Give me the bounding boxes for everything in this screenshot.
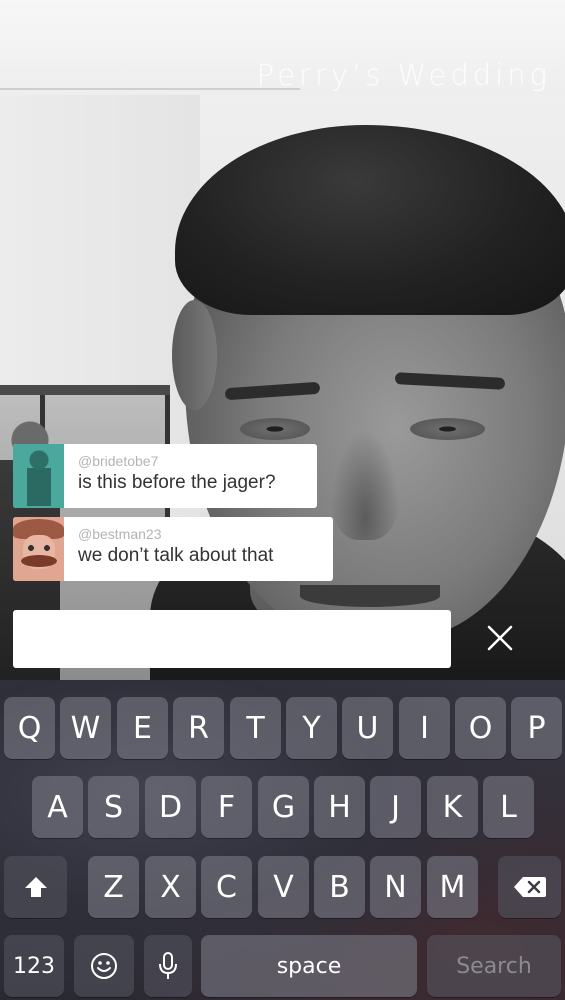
key-m[interactable]: M [427, 856, 478, 918]
comment-item: @bestman23 we don’t talk about that [13, 517, 333, 581]
key-o[interactable]: O [455, 697, 506, 759]
close-icon [487, 625, 513, 651]
key-n[interactable]: N [370, 856, 421, 918]
comment-handle[interactable]: @bridetobe7 [78, 452, 276, 470]
delete-icon [513, 877, 546, 897]
comment-text: we don’t talk about that [78, 545, 274, 566]
emoji-key[interactable] [74, 935, 134, 997]
comment-body: @bridetobe7 is this before the jager? [64, 444, 288, 508]
key-g[interactable]: G [258, 776, 309, 838]
numbers-key[interactable]: 123 [4, 935, 64, 997]
key-d[interactable]: D [145, 776, 196, 838]
comment-input[interactable] [13, 610, 451, 668]
key-q[interactable]: Q [4, 697, 55, 759]
key-z[interactable]: Z [88, 856, 139, 918]
delete-key[interactable] [498, 856, 561, 918]
close-button[interactable] [480, 618, 520, 658]
key-l[interactable]: L [483, 776, 534, 838]
subject-hair [175, 125, 565, 315]
key-s[interactable]: S [88, 776, 139, 838]
keyboard: Q W E R T Y U I O P A S D F G H J K L Z … [0, 680, 565, 1000]
shift-key[interactable] [4, 856, 67, 918]
comment-text: is this before the jager? [78, 472, 276, 493]
key-k[interactable]: K [427, 776, 478, 838]
key-j[interactable]: J [370, 776, 421, 838]
key-i[interactable]: I [399, 697, 450, 759]
key-f[interactable]: F [201, 776, 252, 838]
door-frame [0, 385, 170, 395]
avatar-eyes [27, 545, 51, 551]
key-u[interactable]: U [342, 697, 393, 759]
key-p[interactable]: P [511, 697, 562, 759]
key-b[interactable]: B [314, 856, 365, 918]
key-w[interactable]: W [60, 697, 111, 759]
comment-handle[interactable]: @bestman23 [78, 525, 273, 543]
space-key[interactable]: space [201, 935, 417, 997]
ceiling-edge [0, 88, 300, 90]
subject-eye-left [240, 418, 310, 440]
key-h[interactable]: H [314, 776, 365, 838]
avatar-figure [27, 450, 51, 506]
comment-body: @bestman23 we don’t talk about that [64, 517, 285, 581]
shift-icon [24, 877, 47, 897]
subject-ear [172, 300, 217, 410]
emoji-icon [91, 953, 117, 979]
microphone-icon [159, 952, 177, 979]
key-v[interactable]: V [258, 856, 309, 918]
subject-eye-right [410, 418, 485, 440]
key-e[interactable]: E [117, 697, 168, 759]
key-t[interactable]: T [230, 697, 281, 759]
key-a[interactable]: A [32, 776, 83, 838]
search-key[interactable]: Search [427, 935, 561, 997]
key-c[interactable]: C [201, 856, 252, 918]
comment-input-row [0, 600, 565, 680]
key-x[interactable]: X [145, 856, 196, 918]
key-r[interactable]: R [173, 697, 224, 759]
stream-title: Perry’s Wedding [256, 58, 551, 92]
microphone-key[interactable] [144, 935, 192, 997]
subject-nose [330, 430, 400, 540]
comment-item: @bridetobe7 is this before the jager? [13, 444, 317, 508]
avatar-bestman[interactable] [13, 517, 64, 581]
avatar-mustache [21, 555, 57, 567]
key-y[interactable]: Y [286, 697, 337, 759]
avatar-bride[interactable] [13, 444, 64, 508]
